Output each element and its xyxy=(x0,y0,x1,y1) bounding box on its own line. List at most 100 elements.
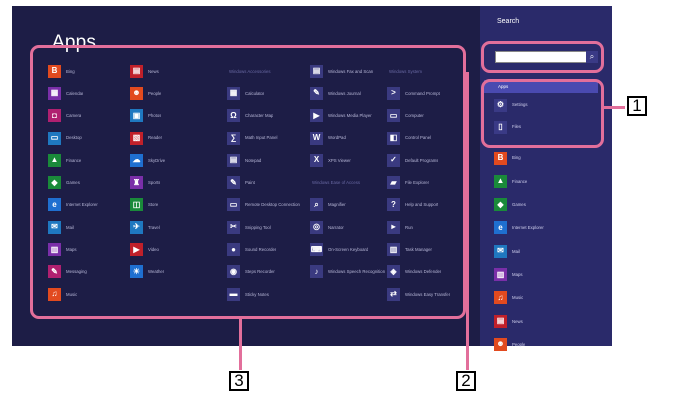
app-label: Store xyxy=(148,202,159,208)
app-label: Internet Explorer xyxy=(66,202,98,208)
app-tile[interactable]: ✂ Snipping Tool xyxy=(227,216,307,238)
app-icon: ▥ xyxy=(48,243,61,257)
app-tile[interactable]: B Bing xyxy=(48,60,128,82)
app-tile[interactable]: ▤ Notepad xyxy=(227,149,307,171)
app-icon: ◉ xyxy=(227,265,240,279)
app-tile[interactable]: ∑ Math Input Panel xyxy=(227,127,307,149)
app-icon: ▥ xyxy=(494,268,507,281)
app-tile[interactable]: ♫ Music xyxy=(48,283,128,305)
app-label: Help and Support xyxy=(405,202,439,208)
search-result[interactable]: ◆ Games xyxy=(494,197,526,213)
app-tile[interactable]: ✎ Windows Journal xyxy=(310,82,390,104)
search-result[interactable]: ▤ News xyxy=(494,313,523,329)
apps-column: B Bing ▦ Calendar ◘ Camera ▭ Desktop ▲ Finance ◆ Ga… xyxy=(48,60,128,305)
page-title: Apps xyxy=(52,32,97,53)
app-tile[interactable]: ☁ SkyDrive xyxy=(130,149,210,171)
app-tile[interactable]: ▰ File Explorer xyxy=(387,171,467,193)
app-tile[interactable]: > Command Prompt xyxy=(387,82,467,104)
app-tile[interactable]: ◆ Games xyxy=(48,171,128,193)
app-icon: ▸ xyxy=(387,220,400,234)
app-tile[interactable]: ▭ Desktop xyxy=(48,127,128,149)
app-tile[interactable]: e Internet Explorer xyxy=(48,194,128,216)
app-icon: ◎ xyxy=(310,220,323,234)
group-header: Windows System xyxy=(389,68,422,74)
app-tile[interactable]: ◈ Windows Defender xyxy=(387,261,467,283)
app-tile[interactable]: ✎ Messaging xyxy=(48,261,128,283)
app-tile[interactable]: ◎ Narrator xyxy=(310,216,390,238)
app-label: Command Prompt xyxy=(405,90,440,96)
app-tile[interactable]: ▣ Photos xyxy=(130,105,210,127)
app-icon: ▶ xyxy=(130,243,143,257)
app-icon: ▥ xyxy=(387,243,400,257)
app-tile[interactable]: ◧ Control Panel xyxy=(387,127,467,149)
app-tile[interactable]: ▤ Windows Fax and Scan xyxy=(310,60,390,82)
app-icon: ✂ xyxy=(227,220,240,234)
app-tile[interactable]: ▭ Computer xyxy=(387,105,467,127)
search-result-label: Music xyxy=(512,295,524,301)
callout-number-1: 1 xyxy=(627,96,647,116)
app-label: Run xyxy=(405,224,413,230)
search-result[interactable]: B Bing xyxy=(494,150,521,166)
app-label: Games xyxy=(66,180,80,186)
app-tile[interactable]: W WordPad xyxy=(310,127,390,149)
app-tile[interactable]: ◉ Steps Recorder xyxy=(227,261,307,283)
app-icon: ✎ xyxy=(310,86,323,100)
search-input[interactable] xyxy=(495,51,592,63)
app-tile[interactable]: ✓ Default Programs xyxy=(387,149,467,171)
app-icon: ▶ xyxy=(310,109,323,123)
app-tile[interactable]: ▲ Finance xyxy=(48,149,128,171)
app-tile[interactable]: ◫ Store xyxy=(130,194,210,216)
app-tile[interactable]: ⌨ On-Screen Keyboard xyxy=(310,238,390,260)
app-tile[interactable]: ▬ Sticky Notes xyxy=(227,283,307,305)
app-tile[interactable]: X XPS Viewer xyxy=(310,149,390,171)
app-tile[interactable]: ☻ People xyxy=(130,82,210,104)
app-icon: ▣ xyxy=(130,109,143,123)
app-tile[interactable]: ▦ Calendar xyxy=(48,82,128,104)
app-tile[interactable]: ▤ News xyxy=(130,60,210,82)
search-category[interactable]: ⚙ Settings xyxy=(494,98,528,112)
figure: Apps B Bing ▦ Calendar ◘ Camera ▭ Desktop ▲ Finan… xyxy=(0,0,674,415)
search-result[interactable]: ☻ People xyxy=(494,336,525,352)
app-icon: W xyxy=(310,131,323,145)
app-label: WordPad xyxy=(328,135,346,141)
search-category[interactable]: ▯ Files xyxy=(494,120,521,134)
app-tile[interactable]: ✎ Paint xyxy=(227,171,307,193)
app-tile[interactable]: ✈ Travel xyxy=(130,216,210,238)
app-tile[interactable]: ▶ Video xyxy=(130,238,210,260)
search-result[interactable]: ♫ Music xyxy=(494,290,523,306)
app-icon: ◧ xyxy=(387,131,400,145)
app-tile[interactable]: ☀ Weather xyxy=(130,261,210,283)
apps-column: Windows System > Command Prompt ▭ Computer ◧ C… xyxy=(387,60,467,305)
category-apps[interactable]: Apps xyxy=(484,80,598,93)
app-tile[interactable]: ▦ Calculator xyxy=(227,82,307,104)
app-tile[interactable]: Ω Character Map xyxy=(227,105,307,127)
app-label: Camera xyxy=(66,113,82,119)
app-icon: ▦ xyxy=(48,86,61,100)
app-tile[interactable]: ⌕ Magnifier xyxy=(310,194,390,216)
search-result[interactable]: ✉ Mail xyxy=(494,243,520,259)
app-tile[interactable]: ▸ Run xyxy=(387,216,467,238)
search-result[interactable]: ▥ Maps xyxy=(494,267,523,283)
apps-column: ▤ News ☻ People ▣ Photos ▧ Reader ☁ SkyDrive ♜ Spor… xyxy=(130,60,210,283)
app-tile[interactable]: ♪ Windows Speech Recognition xyxy=(310,261,390,283)
search-result[interactable]: e Internet Explorer xyxy=(494,220,544,236)
app-icon: ▤ xyxy=(310,64,323,78)
app-label: Computer xyxy=(405,113,424,119)
app-tile[interactable]: ⇄ Windows Easy Transfer xyxy=(387,283,467,305)
app-label: Snipping Tool xyxy=(245,224,271,230)
app-tile[interactable]: ▥ Maps xyxy=(48,238,128,260)
app-tile[interactable]: ✉ Mail xyxy=(48,216,128,238)
search-icon[interactable]: ⌕ xyxy=(586,51,598,63)
app-tile[interactable]: ▧ Reader xyxy=(130,127,210,149)
app-tile[interactable]: ▭ Remote Desktop Connection xyxy=(227,194,307,216)
app-tile[interactable]: ? Help and Support xyxy=(387,194,467,216)
app-tile[interactable]: ♜ Sports xyxy=(130,171,210,193)
app-tile[interactable]: ▥ Task Manager xyxy=(387,238,467,260)
app-tile[interactable]: ▶ Windows Media Player xyxy=(310,105,390,127)
search-result[interactable]: ▲ Finance xyxy=(494,173,527,189)
app-label: Math Input Panel xyxy=(245,135,278,141)
callout-number-2: 2 xyxy=(456,371,476,391)
app-tile[interactable]: ◘ Camera xyxy=(48,105,128,127)
app-icon: e xyxy=(48,198,61,212)
app-tile[interactable]: ● Sound Recorder xyxy=(227,238,307,260)
